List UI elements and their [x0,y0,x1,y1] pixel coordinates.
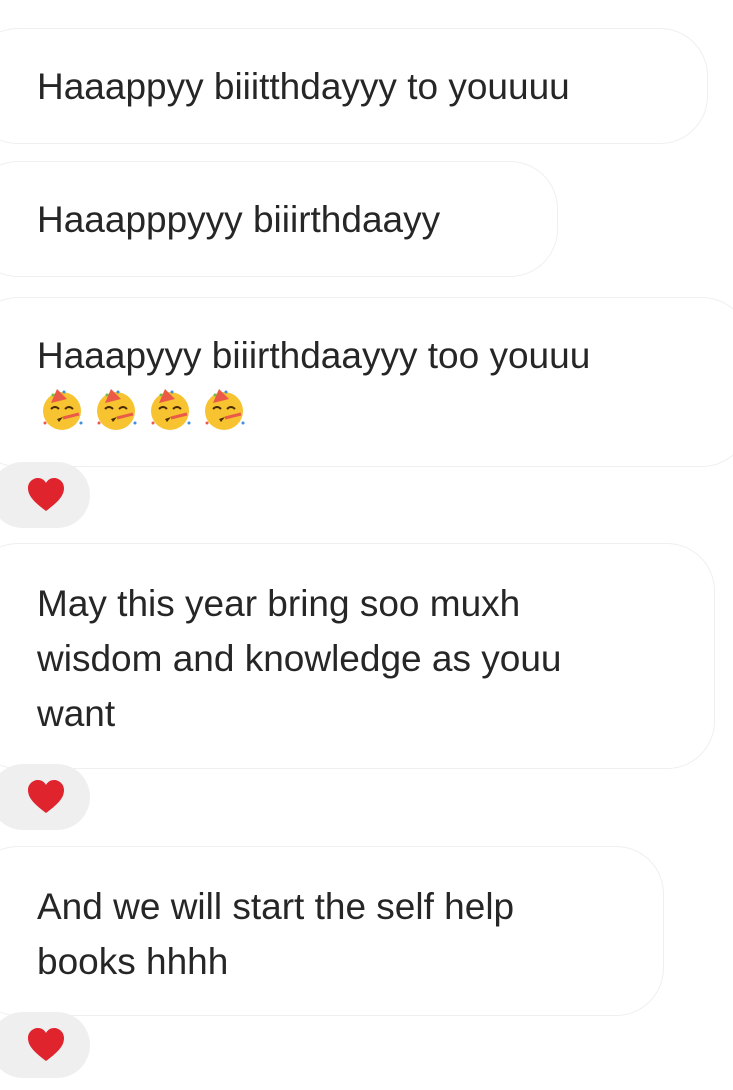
message-bubble[interactable]: Haaapyyy biiirthdaayyy too youuu [0,297,733,467]
red-heart-icon [28,780,64,813]
message-bubble[interactable]: And we will start the self help books hh… [0,846,664,1016]
red-heart-icon [28,1028,64,1061]
message-text: Haaapyyy biiirthdaayyy too youuu [37,335,591,376]
heart-reaction[interactable] [0,1012,90,1078]
emoji-row [37,383,709,433]
message-bubble[interactable]: Haaapppyyy biiirthdaayy [0,161,558,277]
message-text: And we will start the self help books hh… [37,886,515,982]
message-bubble[interactable]: Haaappyy biiitthdayyy to youuuu [0,28,708,144]
message-text: Haaappyy biiitthdayyy to youuuu [37,66,570,107]
heart-reaction[interactable] [0,764,90,830]
message-text: May this year bring soo muxh wisdom and … [37,583,562,734]
chat-thread: Haaappyy biiitthdayyy to youuuu Haaapppy… [0,0,733,1090]
partying-face-icon [43,389,83,430]
partying-face-icon [205,389,245,430]
heart-reaction[interactable] [0,462,90,528]
message-text: Haaapppyyy biiirthdaayy [37,199,441,240]
red-heart-icon [28,478,64,511]
message-bubble[interactable]: May this year bring soo muxh wisdom and … [0,543,715,769]
partying-face-icon [151,389,191,430]
partying-face-icon [97,389,137,430]
